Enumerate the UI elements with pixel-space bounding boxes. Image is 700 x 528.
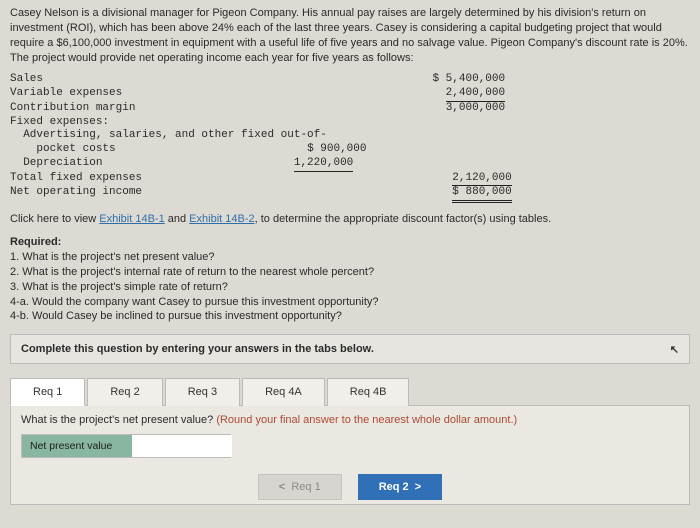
problem-intro: Casey Nelson is a divisional manager for… [10, 6, 690, 65]
income-statement: Sales $ 5,400,000 Variable expenses 2,40… [10, 73, 690, 203]
exhibit-14b-2-link[interactable]: Exhibit 14B-2 [189, 213, 254, 225]
panel-question: What is the project's net present value?… [21, 414, 679, 426]
required-header: Required: [10, 235, 690, 250]
tab-req-4a[interactable]: Req 4A [242, 378, 325, 406]
tab-strip: Req 1 Req 2 Req 3 Req 4A Req 4B [10, 378, 690, 406]
rounding-hint: (Round your final answer to the nearest … [216, 414, 517, 426]
required-list: Required: 1. What is the project's net p… [10, 235, 690, 324]
required-q3: 3. What is the project's simple rate of … [10, 280, 690, 295]
answer-row: Net present value [21, 434, 231, 458]
required-q4a: 4-a. Would the company want Casey to pur… [10, 295, 690, 310]
next-button[interactable]: Req 2 > [358, 474, 443, 500]
exhibit-links: Click here to view Exhibit 14B-1 and Exh… [10, 213, 690, 225]
npv-label: Net present value [22, 435, 132, 457]
nav-row: < Req 1 Req 2 > [21, 458, 679, 504]
chevron-left-icon: < [279, 481, 285, 493]
tab-req-3[interactable]: Req 3 [165, 378, 240, 406]
tab-req-4b[interactable]: Req 4B [327, 378, 410, 406]
tab-req-2[interactable]: Req 2 [87, 378, 162, 406]
instruction-banner: Complete this question by entering your … [10, 334, 690, 364]
required-q4b: 4-b. Would Casey be inclined to pursue t… [10, 309, 690, 324]
cursor-icon: ↖ [670, 343, 679, 356]
question-panel: What is the project's net present value?… [10, 405, 690, 505]
npv-input[interactable] [132, 435, 232, 457]
prev-button[interactable]: < Req 1 [258, 474, 342, 500]
chevron-right-icon: > [415, 481, 421, 493]
required-q1: 1. What is the project's net present val… [10, 250, 690, 265]
exhibit-14b-1-link[interactable]: Exhibit 14B-1 [99, 213, 164, 225]
required-q2: 2. What is the project's internal rate o… [10, 265, 690, 280]
tab-req-1[interactable]: Req 1 [10, 378, 85, 406]
